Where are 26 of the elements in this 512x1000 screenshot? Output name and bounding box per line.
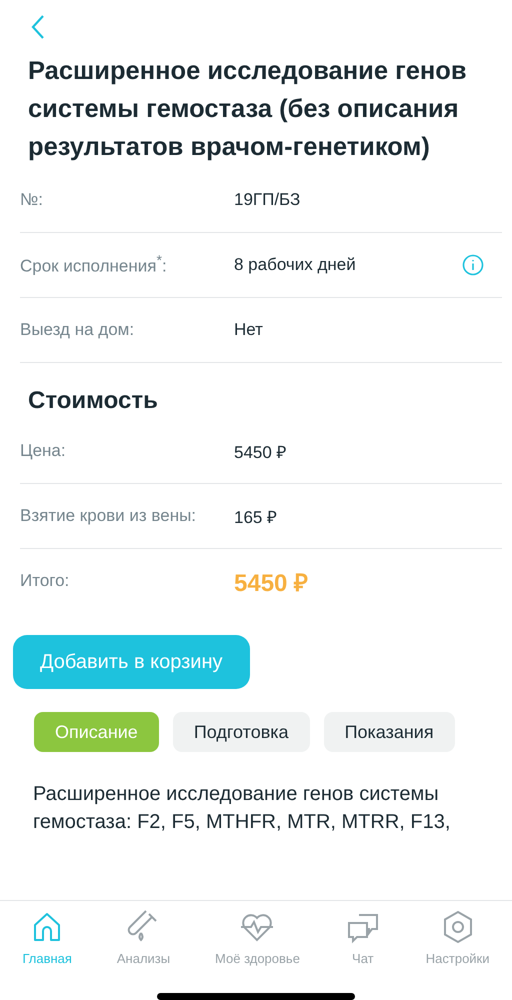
tab[interactable]: Показания (324, 712, 455, 752)
total-price: 5450 ₽ (234, 568, 310, 598)
field-value: Нет (234, 320, 264, 340)
tab[interactable]: Описание (34, 712, 159, 752)
nav-item[interactable]: Чат (344, 909, 381, 966)
description-text: Расширенное исследование генов системы гемостаза: F2, F5, MTHFR, MTR, MTRR, F13, (33, 782, 452, 835)
nav-item[interactable]: Анализы (116, 909, 170, 966)
field-label: Срок исполнения$^{*}$: (20, 253, 168, 277)
field-value: 8 рабочих дней (234, 255, 357, 275)
price-label: Итого: (20, 571, 70, 591)
add-to-cart-button[interactable]: Добавить в корзину (13, 635, 250, 689)
price-value: 165 ₽ (234, 506, 278, 528)
info-icon[interactable] (462, 254, 484, 276)
field-label: №: (20, 190, 44, 210)
nav-item[interactable]: Главная (22, 909, 72, 966)
price-value: 5450 ₽ (234, 442, 288, 462)
section-heading: Стоимость (28, 387, 159, 415)
nav-item[interactable]: Настройки (426, 909, 490, 966)
field-value: 19ГП/БЗ (234, 190, 302, 210)
nav-item[interactable]: Моё здоровье (215, 909, 300, 966)
page-title: Расширенное исследование генов системы гемостаза (без описания результатов врачом-генетиком) (28, 56, 468, 163)
field-label: Выезд на дом: (20, 320, 136, 340)
price-label: Взятие крови из вены: (20, 506, 198, 526)
tab[interactable]: Подготовка (172, 712, 310, 752)
back-icon[interactable] (30, 14, 46, 40)
price-label: Цена: (20, 441, 67, 461)
